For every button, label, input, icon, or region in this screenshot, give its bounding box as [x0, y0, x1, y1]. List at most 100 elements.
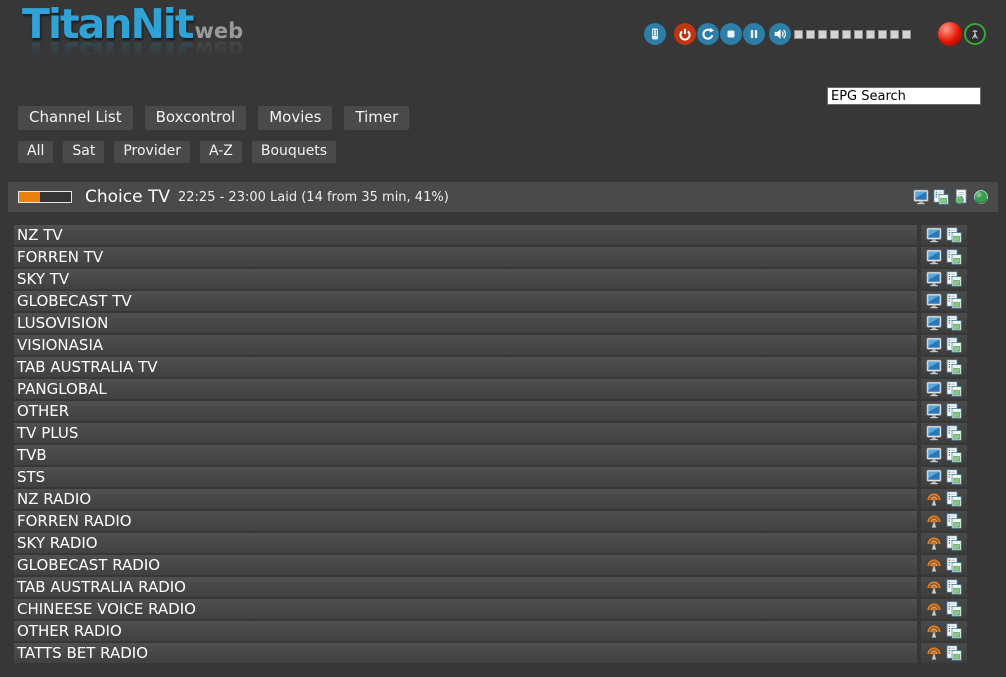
epg-list-icon[interactable]	[946, 381, 962, 397]
epg-list-icon[interactable]	[946, 535, 962, 551]
tv-icon[interactable]	[926, 337, 942, 353]
tv-icon[interactable]	[926, 249, 942, 265]
epg-list-icon[interactable]	[946, 623, 962, 639]
channel-name[interactable]: TAB AUSTRALIA RADIO	[14, 577, 917, 597]
tv-icon[interactable]	[926, 447, 942, 463]
filter-all[interactable]: All	[18, 141, 53, 163]
tv-icon[interactable]	[926, 227, 942, 243]
epg-list-icon[interactable]	[946, 447, 962, 463]
channel-name[interactable]: TAB AUSTRALIA TV	[14, 357, 917, 377]
radio-icon[interactable]	[926, 579, 942, 595]
tab-channel-list[interactable]: Channel List	[18, 106, 133, 130]
volume-segment[interactable]	[818, 30, 827, 39]
tv-icon[interactable]	[926, 293, 942, 309]
tv-icon[interactable]	[926, 425, 942, 441]
tab-boxcontrol[interactable]: Boxcontrol	[145, 106, 247, 130]
filter-bouquets[interactable]: Bouquets	[252, 141, 336, 163]
radio-icon[interactable]	[926, 623, 942, 639]
epg-list-icon[interactable]	[946, 315, 962, 331]
channel-row-actions	[921, 269, 967, 289]
radio-icon[interactable]	[926, 601, 942, 617]
channel-row-actions	[921, 621, 967, 641]
tab-timer[interactable]: Timer	[344, 106, 409, 130]
channel-row: NZ RADIO	[14, 489, 967, 509]
channel-name[interactable]: TV PLUS	[14, 423, 917, 443]
epg-list-icon[interactable]	[946, 557, 962, 573]
epg-list-icon[interactable]	[946, 249, 962, 265]
radio-icon[interactable]	[926, 513, 942, 529]
epg-list-icon[interactable]	[946, 403, 962, 419]
filter-az[interactable]: A-Z	[200, 141, 242, 163]
volume-segment[interactable]	[890, 30, 899, 39]
epg-list-icon[interactable]	[946, 359, 962, 375]
channel-row-actions	[921, 291, 967, 311]
channel-name[interactable]: OTHER RADIO	[14, 621, 917, 641]
channel-name[interactable]: TVB	[14, 445, 917, 465]
epg-list-icon[interactable]	[946, 337, 962, 353]
epg-list-icon[interactable]	[946, 425, 962, 441]
tv-icon[interactable]	[926, 381, 942, 397]
channel-row-actions	[921, 313, 967, 333]
channel-name[interactable]: LUSOVISION	[14, 313, 917, 333]
volume-segment[interactable]	[842, 30, 851, 39]
tab-movies[interactable]: Movies	[258, 106, 332, 130]
epg-progress-fill	[19, 192, 40, 202]
power-icon[interactable]	[674, 23, 696, 45]
channel-name[interactable]: GLOBECAST RADIO	[14, 555, 917, 575]
channel-name[interactable]: STS	[14, 467, 917, 487]
volume-icon[interactable]	[769, 23, 791, 45]
channel-name[interactable]: VISIONASIA	[14, 335, 917, 355]
filter-sat[interactable]: Sat	[63, 141, 104, 163]
tv-icon[interactable]	[926, 403, 942, 419]
radio-icon[interactable]	[926, 557, 942, 573]
channel-name[interactable]: PANGLOBAL	[14, 379, 917, 399]
epg-list-icon[interactable]	[946, 579, 962, 595]
volume-segment[interactable]	[878, 30, 887, 39]
filter-provider[interactable]: Provider	[114, 141, 190, 163]
epg-list-icon[interactable]	[946, 227, 962, 243]
channel-name[interactable]: FORREN TV	[14, 247, 917, 267]
radio-icon[interactable]	[926, 491, 942, 507]
epg-list-icon[interactable]	[946, 491, 962, 507]
channel-row-actions	[921, 489, 967, 509]
tv-icon[interactable]	[926, 469, 942, 485]
tv-icon[interactable]	[926, 315, 942, 331]
epg-list-icon[interactable]	[946, 293, 962, 309]
volume-segment[interactable]	[902, 30, 911, 39]
epg-list-icon[interactable]	[946, 513, 962, 529]
tv-icon[interactable]	[926, 271, 942, 287]
channel-name[interactable]: FORREN RADIO	[14, 511, 917, 531]
remote-icon[interactable]	[644, 23, 666, 45]
channel-name[interactable]: SKY TV	[14, 269, 917, 289]
channel-name[interactable]: CHINEESE VOICE RADIO	[14, 599, 917, 619]
stream-icon[interactable]	[964, 23, 986, 45]
volume-segment[interactable]	[854, 30, 863, 39]
epg-document-icon[interactable]	[953, 189, 969, 205]
epg-list-icon[interactable]	[946, 645, 962, 661]
tv-icon[interactable]	[926, 359, 942, 375]
web-icon[interactable]	[973, 189, 989, 205]
channel-name[interactable]: SKY RADIO	[14, 533, 917, 553]
channel-name[interactable]: GLOBECAST TV	[14, 291, 917, 311]
radio-icon[interactable]	[926, 535, 942, 551]
channel-name[interactable]: NZ TV	[14, 225, 917, 245]
tv-screen-icon[interactable]	[913, 189, 929, 205]
record-icon	[938, 22, 962, 46]
volume-segment[interactable]	[830, 30, 839, 39]
volume-segment[interactable]	[806, 30, 815, 39]
epg-list-icon[interactable]	[946, 601, 962, 617]
now-playing-bar: Choice TV 22:25 - 23:00 Laid (14 from 35…	[8, 182, 998, 212]
channel-name[interactable]: NZ RADIO	[14, 489, 917, 509]
volume-segment[interactable]	[794, 30, 803, 39]
epg-search-input[interactable]	[827, 87, 981, 105]
epg-list-icon[interactable]	[933, 189, 949, 205]
radio-icon[interactable]	[926, 645, 942, 661]
reload-icon[interactable]	[697, 23, 719, 45]
channel-name[interactable]: OTHER	[14, 401, 917, 421]
epg-list-icon[interactable]	[946, 469, 962, 485]
channel-name[interactable]: TATTS BET RADIO	[14, 643, 917, 663]
volume-segment[interactable]	[866, 30, 875, 39]
stop-icon[interactable]	[720, 23, 742, 45]
pause-icon[interactable]	[743, 23, 765, 45]
epg-list-icon[interactable]	[946, 271, 962, 287]
